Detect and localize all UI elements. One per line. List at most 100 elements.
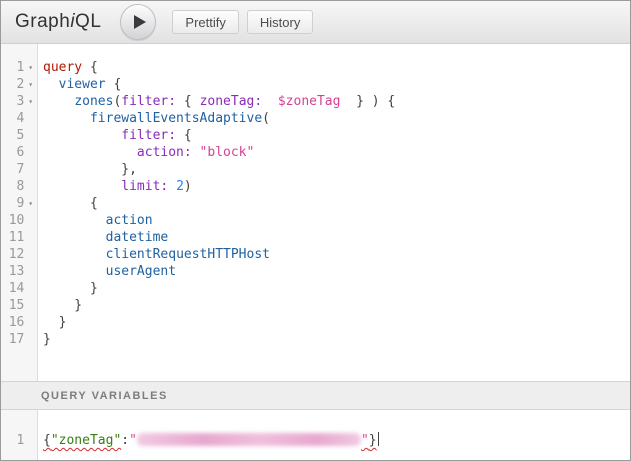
code-token: $zoneTag xyxy=(278,94,341,109)
play-icon xyxy=(134,15,146,29)
code-token: { xyxy=(106,77,122,92)
fold-spacer xyxy=(24,280,37,297)
code-token: }, xyxy=(43,162,137,177)
variables-code-area[interactable]: {"zoneTag":""} xyxy=(38,410,630,460)
line-number: 1 xyxy=(1,432,24,449)
line-number: 11 xyxy=(1,229,24,246)
code-token: "block" xyxy=(200,145,255,160)
text-cursor xyxy=(378,432,379,446)
prettify-button[interactable]: Prettify xyxy=(172,10,238,34)
code-token xyxy=(43,111,90,126)
code-token: datetime xyxy=(106,230,169,245)
fold-arrow-icon[interactable]: ▾ xyxy=(24,93,37,110)
code-line[interactable]: limit: 2) xyxy=(38,178,630,195)
code-line[interactable]: {"zoneTag":""} xyxy=(38,432,630,449)
code-token: } xyxy=(369,433,377,448)
toolbar: GraphiQL Prettify History xyxy=(1,1,630,44)
code-token: 2 xyxy=(176,179,184,194)
code-line[interactable]: } xyxy=(38,297,630,314)
fold-spacer xyxy=(24,110,37,127)
code-token: } ) { xyxy=(340,94,395,109)
code-token: limit: xyxy=(121,179,168,194)
line-number: 15 xyxy=(1,297,24,314)
code-token: { xyxy=(43,196,98,211)
fold-spacer xyxy=(24,127,37,144)
code-line[interactable]: firewallEventsAdaptive( xyxy=(38,110,630,127)
gutter-row: 14 xyxy=(1,280,37,297)
code-token: { xyxy=(43,433,51,448)
line-number: 14 xyxy=(1,280,24,297)
code-line[interactable]: }, xyxy=(38,161,630,178)
code-token: firewallEventsAdaptive xyxy=(90,111,262,126)
query-editor: 1▾2▾3▾456789▾1011121314151617 query { vi… xyxy=(1,44,630,381)
code-token xyxy=(43,128,121,143)
line-number: 7 xyxy=(1,161,24,178)
gutter-row: 15 xyxy=(1,297,37,314)
code-token xyxy=(43,264,106,279)
line-number: 4 xyxy=(1,110,24,127)
code-token: "zoneTag" xyxy=(51,433,121,448)
code-token xyxy=(43,94,74,109)
redacted-value-blur xyxy=(137,433,361,446)
gutter-row: 12 xyxy=(1,246,37,263)
code-line[interactable]: } xyxy=(38,314,630,331)
line-number: 3 xyxy=(1,93,24,110)
line-number: 9 xyxy=(1,195,24,212)
code-token: : xyxy=(121,433,129,448)
history-button[interactable]: History xyxy=(247,10,313,34)
line-number: 8 xyxy=(1,178,24,195)
gutter-row: 1▾ xyxy=(1,59,37,76)
code-line[interactable]: { xyxy=(38,195,630,212)
line-number: 2 xyxy=(1,76,24,93)
query-variables-titlebar[interactable]: QUERY VARIABLES xyxy=(1,381,630,410)
fold-arrow-icon[interactable]: ▾ xyxy=(24,76,37,93)
code-token xyxy=(43,179,121,194)
variables-editor: 1 {"zoneTag":""} xyxy=(1,410,630,460)
gutter-row: 9▾ xyxy=(1,195,37,212)
code-token: viewer xyxy=(59,77,106,92)
code-token: query xyxy=(43,60,82,75)
variables-line-number-gutter: 1 xyxy=(1,410,38,460)
line-number: 6 xyxy=(1,144,24,161)
code-line[interactable]: action xyxy=(38,212,630,229)
line-number: 16 xyxy=(1,314,24,331)
code-line[interactable]: userAgent xyxy=(38,263,630,280)
fold-arrow-icon[interactable]: ▾ xyxy=(24,195,37,212)
code-token xyxy=(168,179,176,194)
code-token: } xyxy=(43,332,51,347)
gutter-row: 10 xyxy=(1,212,37,229)
gutter-row: 8 xyxy=(1,178,37,195)
line-number: 17 xyxy=(1,331,24,348)
query-code-area[interactable]: query { viewer { zones(filter: { zoneTag… xyxy=(38,44,630,381)
fold-arrow-icon[interactable]: ▾ xyxy=(24,59,37,76)
line-number: 12 xyxy=(1,246,24,263)
code-line[interactable]: query { xyxy=(38,59,630,76)
code-line[interactable]: } xyxy=(38,331,630,348)
gutter-row: 17 xyxy=(1,331,37,348)
fold-spacer xyxy=(24,331,37,348)
graphiql-window: GraphiQL Prettify History 1▾2▾3▾456789▾1… xyxy=(0,0,631,461)
gutter-row: 6 xyxy=(1,144,37,161)
fold-spacer xyxy=(24,161,37,178)
query-line-number-gutter: 1▾2▾3▾456789▾1011121314151617 xyxy=(1,44,38,381)
code-line[interactable]: action: "block" xyxy=(38,144,630,161)
code-token: } xyxy=(43,281,98,296)
code-line[interactable]: datetime xyxy=(38,229,630,246)
execute-query-button[interactable] xyxy=(120,4,156,40)
code-line[interactable]: } xyxy=(38,280,630,297)
logo-text-prefix: Graph xyxy=(15,11,70,32)
gutter-row: 7 xyxy=(1,161,37,178)
code-line[interactable]: filter: { xyxy=(38,127,630,144)
code-line[interactable]: zones(filter: { zoneTag: $zoneTag } ) { xyxy=(38,93,630,110)
fold-spacer xyxy=(24,432,37,449)
code-token: zones xyxy=(74,94,113,109)
gutter-row: 11 xyxy=(1,229,37,246)
code-line[interactable]: viewer { xyxy=(38,76,630,93)
gutter-row: 13 xyxy=(1,263,37,280)
code-token xyxy=(192,145,200,160)
fold-spacer xyxy=(24,246,37,263)
code-token xyxy=(262,94,278,109)
code-line[interactable]: clientRequestHTTPHost xyxy=(38,246,630,263)
code-token: " xyxy=(361,433,369,448)
code-token xyxy=(43,247,106,262)
